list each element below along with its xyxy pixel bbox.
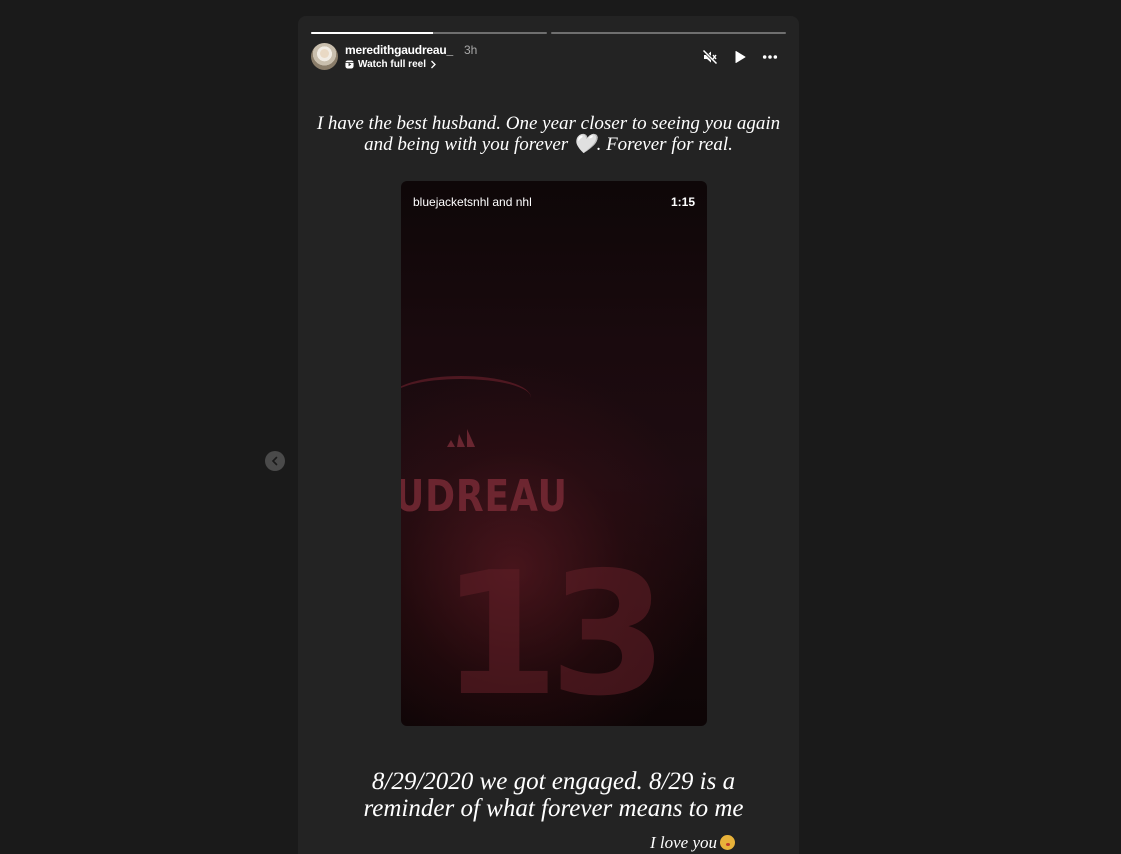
shared-reel-card[interactable]: UDREAU 13 bluejacketsnhl and nhl 1:15 [401,181,707,726]
play-button[interactable] [732,49,748,65]
post-time: 3h [464,43,478,57]
reel-duration: 1:15 [670,195,695,209]
adidas-logo-icon [447,429,475,447]
story-controls [702,49,778,65]
username-link[interactable]: meredithgaudreau_ [345,43,453,57]
kissing-face-emoji [720,835,736,850]
story-viewer[interactable]: meredithgaudreau_ 3h Watch full reel I h… [298,16,799,854]
more-options-button[interactable] [762,49,778,65]
reel-author: bluejacketsnhl and nhl [413,195,532,209]
watch-full-reel-link[interactable]: Watch full reel [345,59,437,70]
progress-segment [550,32,786,34]
progress-segment [311,32,547,34]
reel-jersey-shoulder [401,376,531,419]
story-caption-top: I have the best husband. One year closer… [316,113,781,155]
more-horizontal-icon [762,55,778,59]
story-progress [311,32,786,34]
caption-top-end: . Forever for real. [596,134,733,155]
jersey-number: 13 [441,536,668,726]
mute-button[interactable] [702,49,718,65]
avatar[interactable] [311,43,338,70]
story-caption-bottom: 8/29/2020 we got engaged. 8/29 is a remi… [363,768,744,822]
story-caption-love: I love you [650,833,736,853]
chevron-right-icon [431,60,436,69]
caption-love-text: I love you [650,833,718,852]
white-heart-emoji: 🤍 [572,134,597,155]
chevron-left-icon [271,456,278,466]
speaker-muted-icon [702,49,718,65]
jersey-name: UDREAU [401,471,568,522]
story-header: meredithgaudreau_ 3h Watch full reel [311,43,786,73]
previous-story-button[interactable] [265,451,285,471]
reel-icon [345,60,354,69]
play-icon [735,51,746,63]
watch-full-reel-label: Watch full reel [358,59,426,70]
